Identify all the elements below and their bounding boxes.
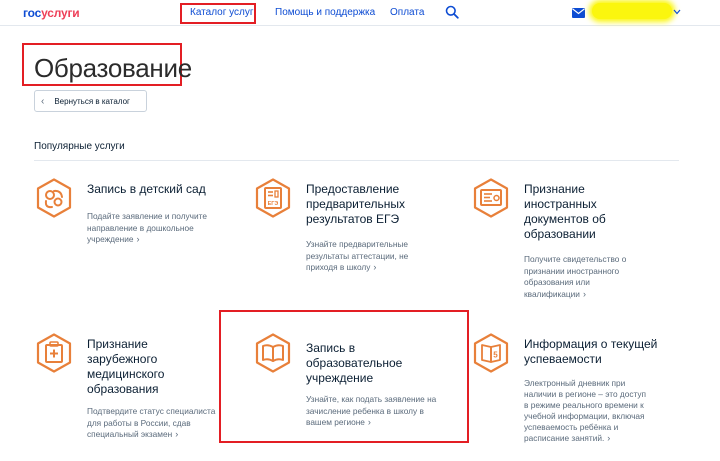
service-description-text: Подайте заявление и получите направление… <box>87 211 207 244</box>
chevron-right-icon: › <box>373 262 377 272</box>
logo-part-uslugi: услуги <box>41 6 80 20</box>
nav-help-link[interactable]: Помощь и поддержка <box>275 7 375 18</box>
service-card-ege-results[interactable]: ЕГЭ Предоставление предварительных резул… <box>253 178 463 278</box>
logo-part-gos: гос <box>23 6 42 20</box>
service-card-academic-progress[interactable]: 5 Информация о текущей успеваемости Элек… <box>471 333 686 453</box>
chevron-right-icon: › <box>367 417 371 427</box>
service-title: Запись в детский сад <box>87 182 206 196</box>
medical-document-icon <box>36 333 72 373</box>
service-description: Узнайте, как подать заявление на зачисле… <box>306 394 451 429</box>
service-description: Получите свидетельство о признании иност… <box>524 254 644 300</box>
service-title: Признание зарубежного медицинского образ… <box>87 337 165 396</box>
service-title: Признание иностранных документов об обра… <box>524 182 606 241</box>
chevron-left-icon: ‹ <box>41 95 45 107</box>
chevron-right-icon: › <box>136 234 140 244</box>
service-card-foreign-documents[interactable]: Признание иностранных документов об обра… <box>471 178 686 303</box>
chevron-right-icon: › <box>582 288 586 299</box>
service-card-kindergarten[interactable]: Запись в детский сад Подайте заявление и… <box>34 178 244 258</box>
service-description-text: Узнайте предварительные результаты аттес… <box>306 239 409 272</box>
nav-payment-link[interactable]: Оплата <box>390 7 424 18</box>
section-divider <box>34 160 679 161</box>
service-description-text: Электронный дневник при наличии в регион… <box>524 378 647 443</box>
foreign-diploma-icon <box>473 178 509 218</box>
exam-document-icon: ЕГЭ <box>255 178 291 218</box>
exam-icon-label: ЕГЭ <box>268 201 279 207</box>
service-description: Подтвердите статус специалиста для работ… <box>87 406 222 441</box>
service-title: Информация о текущей успеваемости <box>524 337 658 366</box>
service-card-medical-education[interactable]: Признание зарубежного медицинского образ… <box>34 333 219 443</box>
back-button-label: Вернуться в каталог <box>54 96 130 106</box>
service-description-text: Получите свидетельство о признании иност… <box>524 254 627 299</box>
mail-icon[interactable] <box>572 8 585 18</box>
service-description-text: Подтвердите статус специалиста для работ… <box>87 406 216 439</box>
search-icon[interactable] <box>445 5 459 19</box>
chevron-down-icon[interactable] <box>673 9 681 15</box>
service-description: Узнайте предварительные результаты аттес… <box>306 239 426 274</box>
back-to-catalog-button[interactable]: ‹ Вернуться в каталог <box>34 90 147 112</box>
chevron-right-icon: › <box>175 429 179 439</box>
open-book-icon <box>255 333 291 373</box>
service-description: Подайте заявление и получите направление… <box>87 211 222 246</box>
service-title: Предоставление предварительных результат… <box>306 182 406 226</box>
chevron-right-icon: › <box>607 433 611 443</box>
user-name-redacted[interactable] <box>592 3 672 19</box>
page-title: Образование <box>34 53 192 83</box>
section-title: Популярные услуги <box>34 141 125 152</box>
service-description-text: Узнайте, как подать заявление на зачисле… <box>306 394 437 427</box>
pacifier-icon <box>36 178 72 218</box>
diary-icon: 5 <box>473 333 509 373</box>
service-card-school-enrollment[interactable]: Запись в образовательное учреждение Узна… <box>253 333 463 433</box>
service-description: Электронный дневник при наличии в регион… <box>524 378 649 444</box>
service-title: Запись в образовательное учреждение <box>306 341 403 385</box>
top-header: госуслуги Каталог услуг Помощь и поддерж… <box>0 0 720 26</box>
gosuslugi-logo[interactable]: госуслуги <box>23 6 80 20</box>
nav-catalog-link[interactable]: Каталог услуг <box>190 7 254 18</box>
svg-text:5: 5 <box>493 351 498 360</box>
